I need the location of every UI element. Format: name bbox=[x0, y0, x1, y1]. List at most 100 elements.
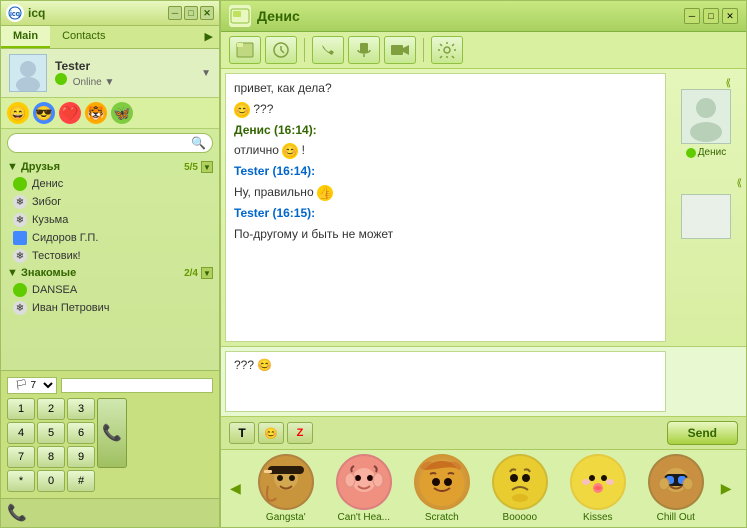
dial-btn-4[interactable]: 4 bbox=[7, 422, 35, 444]
contact-dansea[interactable]: DANSEA bbox=[1, 281, 219, 299]
emoji-mood-bar: 😄 😎 ❤️ 🐯 🦋 bbox=[1, 98, 219, 129]
sticker-canthear-label: Can't Hea... bbox=[338, 512, 391, 523]
user-menu-arrow[interactable]: ▼ bbox=[201, 68, 211, 79]
chat-input-sidebar bbox=[666, 347, 746, 416]
dial-btn-0[interactable]: 0 bbox=[37, 470, 65, 492]
user-details: Tester Online ▼ bbox=[55, 59, 201, 88]
chat-minimize-btn[interactable]: ─ bbox=[684, 8, 700, 24]
contact-status-icon-6 bbox=[13, 283, 27, 297]
toolbar-separator-1 bbox=[304, 38, 305, 62]
contact-status-icon-3: ❄ bbox=[13, 213, 27, 227]
mood-icon-1[interactable]: 😄 bbox=[7, 102, 29, 124]
mood-icon-4[interactable]: 🐯 bbox=[85, 102, 107, 124]
group-scroll-btn-2[interactable]: ▼ bbox=[201, 267, 213, 279]
sticker-chillout[interactable]: Chill Out bbox=[640, 454, 712, 523]
status-icon bbox=[55, 73, 67, 85]
group-friends[interactable]: ▼ Друзья 5/5 ▼ bbox=[1, 159, 219, 175]
close-button[interactable]: ✕ bbox=[200, 6, 214, 20]
sticker-booooo[interactable]: Booooo bbox=[484, 454, 556, 523]
dialpad-section: 🏳 7 1 2 3 📞 4 5 6 7 8 9 * 0 # bbox=[1, 370, 219, 498]
dial-btn-hash[interactable]: # bbox=[67, 470, 95, 492]
sidebar-collapse-btn-2[interactable]: ⟪ bbox=[736, 178, 742, 189]
format-text-btn[interactable]: T bbox=[229, 422, 255, 444]
group-acquaintances[interactable]: ▼ Знакомые 2/4 ▼ bbox=[1, 265, 219, 281]
sticker-kisses[interactable]: Kisses bbox=[562, 454, 634, 523]
group-arrow-icon: ▼ bbox=[7, 161, 18, 173]
dial-btn-3[interactable]: 3 bbox=[67, 398, 95, 420]
sticker-booooo-label: Booooo bbox=[503, 512, 537, 523]
dial-btn-5[interactable]: 5 bbox=[37, 422, 65, 444]
user-status: Online ▼ bbox=[55, 73, 201, 88]
send-button[interactable]: Send bbox=[667, 421, 738, 445]
toolbar-settings-btn[interactable] bbox=[431, 36, 463, 64]
status-arrow[interactable]: ▼ bbox=[104, 77, 114, 88]
dial-btn-9[interactable]: 9 bbox=[67, 446, 95, 468]
dial-input[interactable] bbox=[61, 378, 213, 393]
sidebar-collapse-btn[interactable]: ⟪ bbox=[725, 78, 731, 89]
country-select[interactable]: 🏳 7 bbox=[7, 377, 57, 394]
my-avatar-small bbox=[681, 194, 731, 239]
message-7: Tester (16:15): bbox=[234, 205, 657, 222]
sticker-scratch-face bbox=[414, 454, 470, 510]
format-z-btn[interactable]: Z bbox=[287, 422, 313, 444]
contact-status-icon-7: ❄ bbox=[13, 301, 27, 315]
call-button[interactable]: 📞 bbox=[97, 398, 127, 468]
message-4: отлично 😊 ! bbox=[234, 142, 657, 159]
contact-avatar bbox=[681, 89, 731, 144]
group-scroll-btn[interactable]: ▼ bbox=[201, 161, 213, 173]
nav-arrow[interactable]: ▶ bbox=[199, 26, 219, 48]
message-2: 😊 ??? bbox=[234, 101, 657, 118]
toolbar-send-file-btn[interactable] bbox=[229, 36, 261, 64]
search-input[interactable] bbox=[14, 137, 191, 149]
chat-sidebar: ⟪ Денис ⟪ bbox=[666, 69, 746, 346]
sticker-scratch[interactable]: Scratch bbox=[406, 454, 478, 523]
contact-status-icon bbox=[13, 177, 27, 191]
toolbar-history-btn[interactable] bbox=[265, 36, 297, 64]
phone-icon[interactable]: 📞 bbox=[7, 503, 27, 523]
toolbar-audio-btn[interactable] bbox=[348, 36, 380, 64]
chat-body: привет, как дела? 😊 ??? Денис (16:14): о… bbox=[221, 69, 746, 346]
user-name: Tester bbox=[55, 59, 201, 73]
contact-testovic[interactable]: ❄ Тестовик! bbox=[1, 247, 219, 265]
chat-window-controls: ─ □ ✕ bbox=[684, 8, 738, 24]
svg-text:icq: icq bbox=[10, 11, 20, 18]
sticker-canthear[interactable]: Can't Hea... bbox=[328, 454, 400, 523]
format-emoji-btn[interactable]: 😊 bbox=[258, 422, 284, 444]
maximize-button[interactable]: □ bbox=[184, 6, 198, 20]
contact-denis[interactable]: Денис bbox=[1, 175, 219, 193]
search-icon[interactable]: 🔍 bbox=[191, 136, 206, 150]
sticker-chillout-label: Chill Out bbox=[657, 512, 695, 523]
contact-kuzma[interactable]: ❄ Кузьма bbox=[1, 211, 219, 229]
mood-icon-5[interactable]: 🦋 bbox=[111, 102, 133, 124]
dial-btn-1[interactable]: 1 bbox=[7, 398, 35, 420]
picker-right-arrow[interactable]: ▶ bbox=[718, 480, 735, 497]
sticker-booooo-face bbox=[492, 454, 548, 510]
dial-btn-6[interactable]: 6 bbox=[67, 422, 95, 444]
contact-status-icon-4 bbox=[13, 231, 27, 245]
mood-icon-3[interactable]: ❤️ bbox=[59, 102, 81, 124]
dial-btn-2[interactable]: 2 bbox=[37, 398, 65, 420]
contact-status-icon-5: ❄ bbox=[13, 249, 27, 263]
toolbar-video-btn[interactable] bbox=[384, 36, 416, 64]
user-avatar bbox=[9, 54, 47, 92]
tab-contacts[interactable]: Contacts bbox=[50, 26, 117, 48]
chat-maximize-btn[interactable]: □ bbox=[703, 8, 719, 24]
chat-toolbar bbox=[221, 32, 746, 69]
chat-input[interactable]: ??? 😊 bbox=[225, 351, 666, 412]
sticker-gangsta[interactable]: Gangsta' bbox=[250, 454, 322, 523]
toolbar-call-btn[interactable] bbox=[312, 36, 344, 64]
contact-ivan[interactable]: ❄ Иван Петрович bbox=[1, 299, 219, 317]
search-bar: 🔍 bbox=[7, 133, 213, 153]
picker-left-arrow[interactable]: ◀ bbox=[227, 480, 244, 497]
dial-btn-8[interactable]: 8 bbox=[37, 446, 65, 468]
chat-window: Денис ─ □ ✕ bbox=[220, 0, 747, 528]
contact-sidorov[interactable]: Сидоров Г.П. bbox=[1, 229, 219, 247]
dial-btn-star[interactable]: * bbox=[7, 470, 35, 492]
dialpad-grid: 1 2 3 📞 4 5 6 7 8 9 * 0 # bbox=[7, 398, 213, 492]
contact-zibog[interactable]: ❄ Зибог bbox=[1, 193, 219, 211]
dial-btn-7[interactable]: 7 bbox=[7, 446, 35, 468]
chat-close-btn[interactable]: ✕ bbox=[722, 8, 738, 24]
mood-icon-2[interactable]: 😎 bbox=[33, 102, 55, 124]
tab-main[interactable]: Main bbox=[1, 26, 50, 48]
minimize-button[interactable]: ─ bbox=[168, 6, 182, 20]
